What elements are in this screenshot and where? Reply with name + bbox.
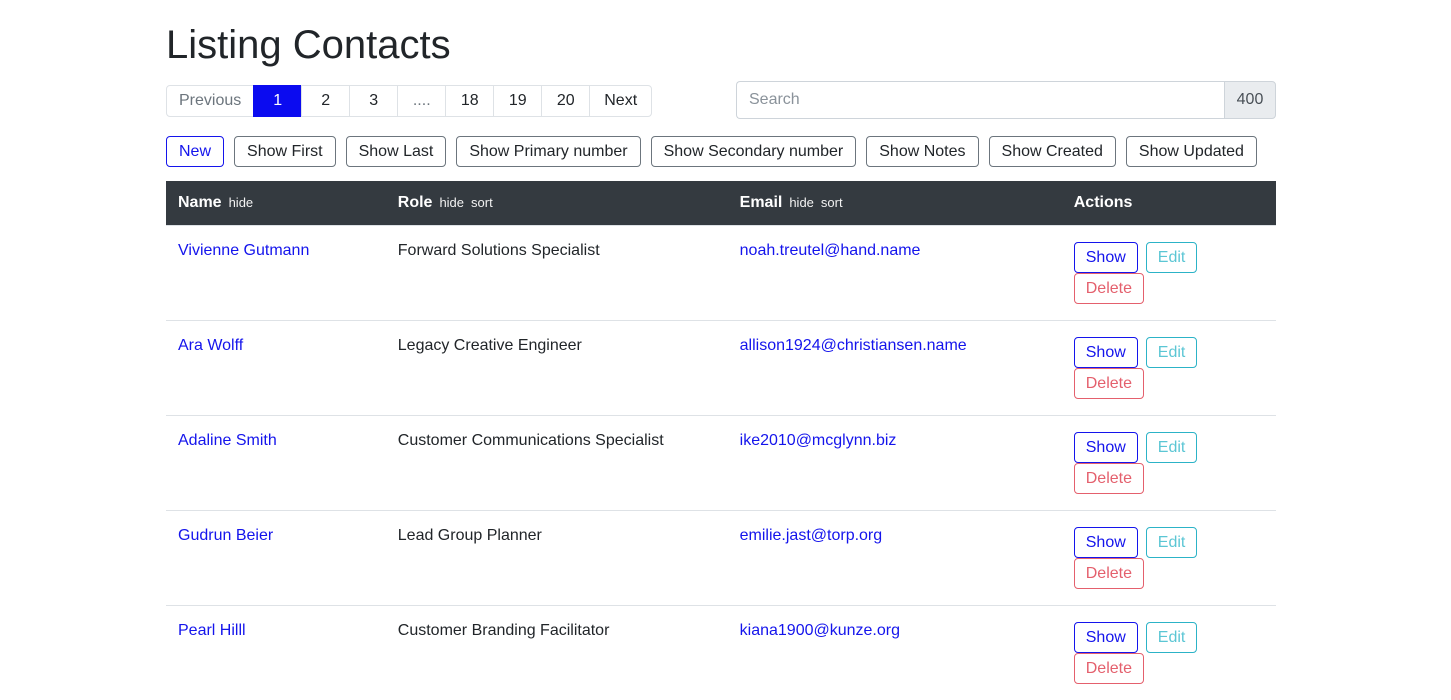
edit-button[interactable]: Edit — [1146, 432, 1198, 463]
pagination-page-18[interactable]: 18 — [445, 85, 494, 117]
contact-name-link[interactable]: Ara Wolff — [178, 337, 243, 354]
hide-name-link[interactable]: hide — [229, 195, 254, 210]
pagination-page-3[interactable]: 3 — [349, 85, 398, 117]
delete-button[interactable]: Delete — [1074, 463, 1144, 494]
delete-button[interactable]: Delete — [1074, 558, 1144, 589]
search-count-badge: 400 — [1224, 81, 1276, 119]
contact-role: Customer Communications Specialist — [398, 432, 664, 449]
contact-email-link[interactable]: kiana1900@kunze.org — [740, 622, 900, 639]
pagination-page-20[interactable]: 20 — [541, 85, 590, 117]
show-notes-button[interactable]: Show Notes — [866, 136, 978, 167]
hide-role-link[interactable]: hide — [439, 195, 464, 210]
show-secondary-number-button[interactable]: Show Secondary number — [651, 136, 857, 167]
table-row: Gudrun Beier Lead Group Planner emilie.j… — [166, 511, 1276, 606]
column-header-actions: Actions — [1074, 194, 1133, 211]
show-button[interactable]: Show — [1074, 242, 1138, 273]
hide-email-link[interactable]: hide — [789, 195, 814, 210]
show-button[interactable]: Show — [1074, 527, 1138, 558]
column-header-name: Name — [178, 194, 222, 211]
delete-button[interactable]: Delete — [1074, 368, 1144, 399]
table-row: Vivienne Gutmann Forward Solutions Speci… — [166, 226, 1276, 321]
show-button[interactable]: Show — [1074, 432, 1138, 463]
edit-button[interactable]: Edit — [1146, 242, 1198, 273]
delete-button[interactable]: Delete — [1074, 653, 1144, 684]
new-button[interactable]: New — [166, 136, 224, 167]
show-last-button[interactable]: Show Last — [346, 136, 447, 167]
table-row: Ara Wolff Legacy Creative Engineer allis… — [166, 321, 1276, 416]
show-primary-number-button[interactable]: Show Primary number — [456, 136, 640, 167]
page-title: Listing Contacts — [166, 22, 1276, 68]
edit-button[interactable]: Edit — [1146, 527, 1198, 558]
pagination-page-1[interactable]: 1 — [253, 85, 302, 117]
contact-name-link[interactable]: Adaline Smith — [178, 432, 277, 449]
contact-role: Legacy Creative Engineer — [398, 337, 582, 354]
search-group: 400 — [736, 81, 1276, 119]
main-container: Listing Contacts Previous 1 2 3 .... 18 … — [166, 0, 1276, 700]
sort-role-link[interactable]: sort — [471, 195, 493, 210]
pagination-page-2[interactable]: 2 — [301, 85, 350, 117]
show-first-button[interactable]: Show First — [234, 136, 336, 167]
contact-name-link[interactable]: Pearl Hilll — [178, 622, 246, 639]
table-row: Pearl Hilll Customer Branding Facilitato… — [166, 606, 1276, 700]
column-header-role: Role — [398, 194, 433, 211]
contact-email-link[interactable]: noah.treutel@hand.name — [740, 242, 921, 259]
show-button[interactable]: Show — [1074, 622, 1138, 653]
search-input[interactable] — [736, 81, 1224, 119]
column-header-email: Email — [740, 194, 783, 211]
pagination-page-19[interactable]: 19 — [493, 85, 542, 117]
show-created-button[interactable]: Show Created — [989, 136, 1116, 167]
pagination-gap: .... — [397, 85, 446, 117]
edit-button[interactable]: Edit — [1146, 337, 1198, 368]
contacts-table-header: Name hide Role hide sort Email hide sort Acti… — [166, 181, 1276, 226]
pagination-next[interactable]: Next — [589, 85, 652, 117]
contact-role: Lead Group Planner — [398, 527, 542, 544]
toolbar: New Show First Show Last Show Primary nu… — [166, 136, 1276, 167]
contact-name-link[interactable]: Vivienne Gutmann — [178, 242, 309, 259]
contact-role: Forward Solutions Specialist — [398, 242, 600, 259]
delete-button[interactable]: Delete — [1074, 273, 1144, 304]
contact-name-link[interactable]: Gudrun Beier — [178, 527, 273, 544]
pagination: Previous 1 2 3 .... 18 19 20 Next — [166, 85, 652, 117]
contact-email-link[interactable]: allison1924@christiansen.name — [740, 337, 967, 354]
show-button[interactable]: Show — [1074, 337, 1138, 368]
sort-email-link[interactable]: sort — [821, 195, 843, 210]
contact-email-link[interactable]: ike2010@mcglynn.biz — [740, 432, 897, 449]
show-updated-button[interactable]: Show Updated — [1126, 136, 1257, 167]
contacts-table: Name hide Role hide sort Email hide sort Acti… — [166, 181, 1276, 700]
edit-button[interactable]: Edit — [1146, 622, 1198, 653]
contact-role: Customer Branding Facilitator — [398, 622, 610, 639]
table-row: Adaline Smith Customer Communications Sp… — [166, 416, 1276, 511]
contact-email-link[interactable]: emilie.jast@torp.org — [740, 527, 883, 544]
pagination-search-row: Previous 1 2 3 .... 18 19 20 Next 400 — [166, 81, 1276, 119]
pagination-previous[interactable]: Previous — [166, 85, 254, 117]
